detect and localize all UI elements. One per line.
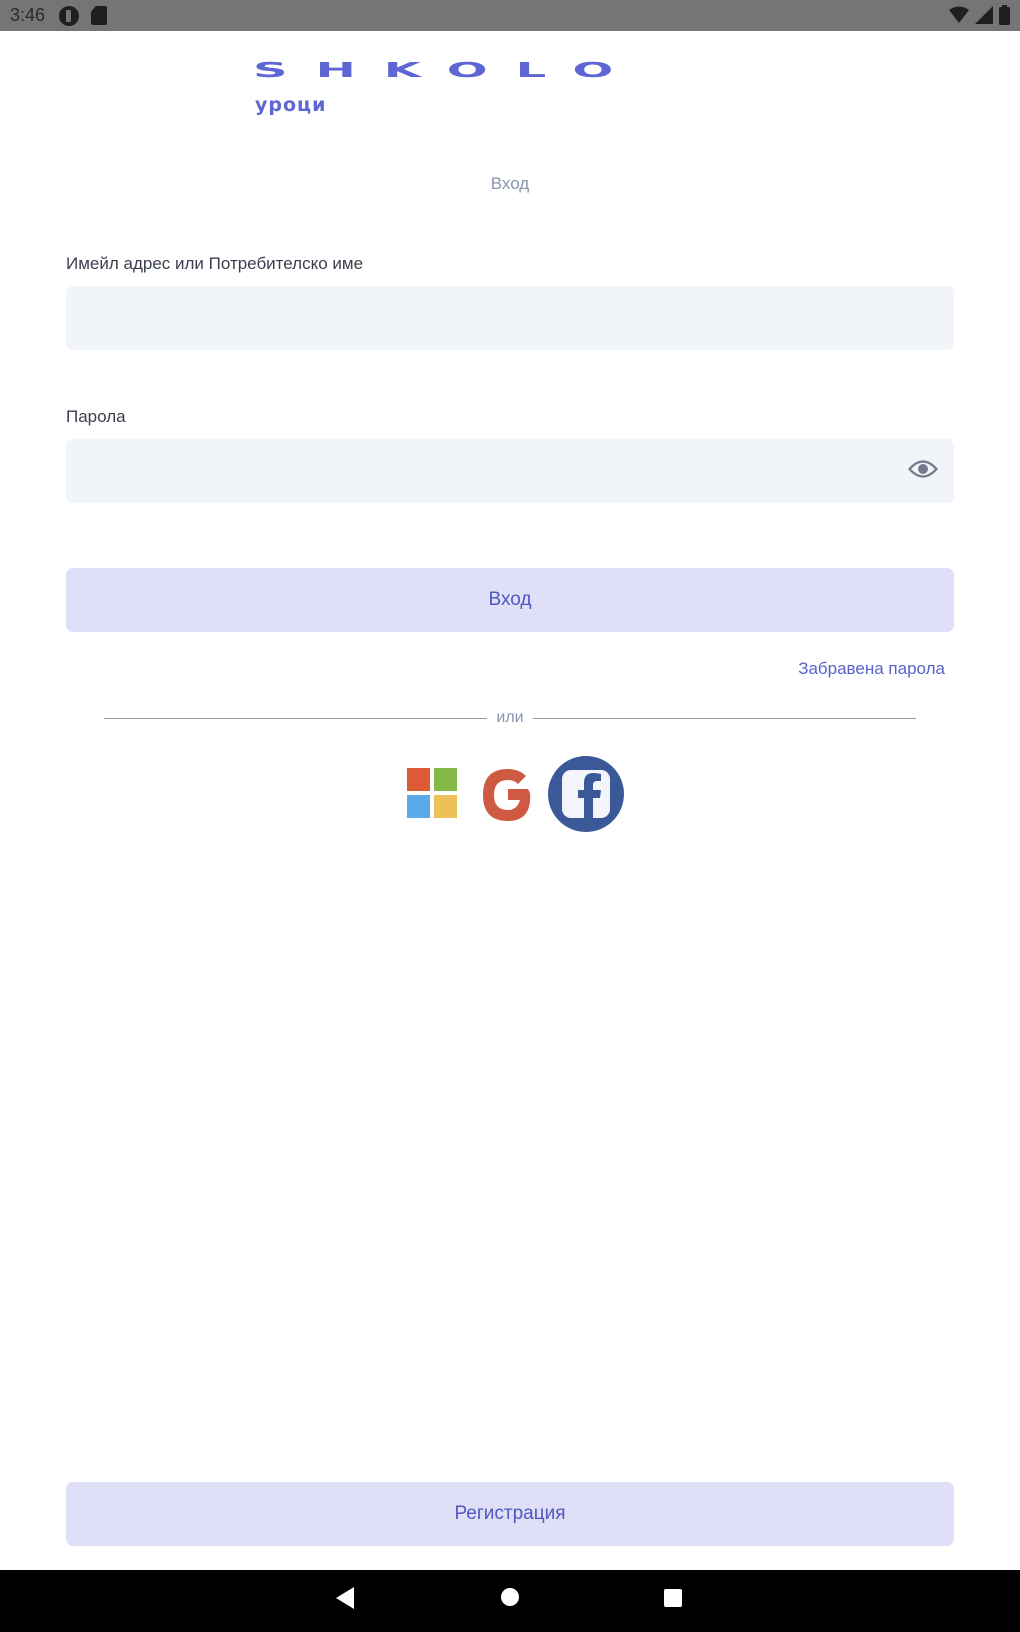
logo-subtitle: уроци bbox=[255, 94, 327, 116]
microsoft-login-button[interactable] bbox=[407, 768, 457, 823]
microsoft-icon bbox=[407, 768, 457, 818]
status-time: 3:46 bbox=[10, 5, 46, 25]
logo-wordmark: SHKOLO bbox=[253, 58, 642, 82]
sd-card-icon bbox=[91, 6, 107, 25]
email-label: Имейл адрес или Потребителско име bbox=[66, 254, 364, 273]
navigation-bar bbox=[0, 1570, 1020, 1632]
divider-or: или bbox=[496, 709, 524, 726]
status-right-icons bbox=[949, 5, 1010, 25]
login-button[interactable]: Вход bbox=[66, 568, 954, 632]
email-field[interactable] bbox=[66, 286, 954, 350]
shkolo-logo: SHKOLO уроци bbox=[253, 60, 767, 122]
show-password-button[interactable] bbox=[906, 454, 940, 484]
password-field[interactable] bbox=[66, 439, 954, 503]
google-icon bbox=[483, 769, 531, 821]
wifi-icon bbox=[949, 6, 969, 23]
battery-icon bbox=[999, 5, 1010, 25]
password-label: Парола bbox=[66, 407, 126, 426]
register-button[interactable]: Регистрация bbox=[66, 1482, 954, 1546]
divider-line-left bbox=[104, 718, 487, 719]
forgot-password-link[interactable]: Забравена парола bbox=[798, 659, 945, 679]
app-notification-icon bbox=[59, 6, 79, 26]
status-bar: 3:46 bbox=[0, 0, 1020, 31]
signal-icon bbox=[975, 6, 993, 24]
login-button-label: Вход bbox=[488, 589, 532, 610]
recent-apps-icon[interactable] bbox=[664, 1589, 682, 1607]
eye-icon bbox=[908, 460, 938, 478]
home-icon[interactable] bbox=[501, 1588, 519, 1606]
page-title: Вход bbox=[490, 174, 530, 193]
google-login-button[interactable] bbox=[480, 767, 536, 828]
divider-line-right bbox=[533, 718, 916, 719]
register-button-label: Регистрация bbox=[454, 1503, 566, 1524]
facebook-login-button[interactable] bbox=[547, 755, 625, 838]
facebook-icon bbox=[548, 756, 624, 832]
back-icon[interactable] bbox=[336, 1587, 354, 1609]
